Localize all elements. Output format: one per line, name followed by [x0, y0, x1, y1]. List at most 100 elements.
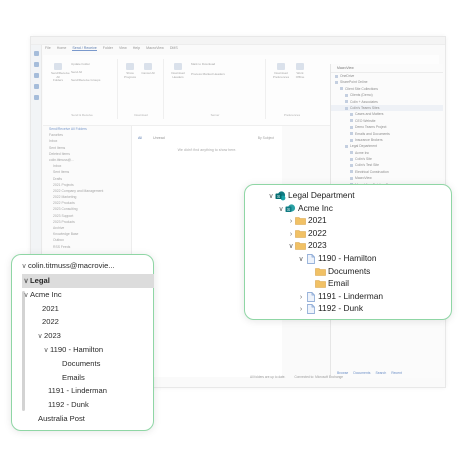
process-marked-headers-button[interactable]: Process Marked Headers [191, 72, 239, 77]
update-folder-button[interactable]: Update Folder [71, 62, 99, 67]
send-receive-groups-button[interactable]: Send/Receive Groups [71, 78, 111, 83]
chevron-down-icon[interactable]: ∨ [36, 330, 44, 343]
folder-label: 2022 [42, 317, 59, 327]
folder-icon [315, 267, 326, 276]
status-sync: All folders are up to date. [250, 375, 286, 379]
outlook-folder-1191-linderman[interactable]: 1191 - Linderman [48, 384, 107, 397]
mail-icon[interactable] [33, 51, 39, 56]
chevron-right-icon[interactable]: › [297, 304, 305, 316]
macroview-node-acme-inc[interactable]: ∨ S Acme Inc [277, 202, 333, 216]
people-icon[interactable] [33, 73, 39, 78]
chevron-down-icon[interactable]: ∨ [267, 191, 275, 203]
tab-send-receive[interactable]: Send / Receive [72, 46, 97, 51]
folder-label: 1190 - Hamilton [50, 345, 104, 354]
macroview-tree-callout: ∨ S Legal Department ∨ S Acme Inc › 2021 › 2022 ∨ 2… [244, 184, 452, 320]
folder-label: 2023 [44, 331, 61, 341]
chevron-down-icon[interactable]: ∨ [22, 275, 30, 288]
send-all-button[interactable]: Send All [71, 70, 99, 75]
node-label: Legal Department [288, 190, 355, 200]
macroview-node-2022[interactable]: › 2022 [287, 227, 327, 239]
macroview-node-1192-dunk[interactable]: › 1192 - Dunk [297, 302, 363, 316]
node-icon [345, 93, 348, 97]
chevron-down-icon[interactable]: ∨ [22, 289, 30, 302]
ribbon-group-download: Show Progress Cancel All Download [119, 59, 164, 119]
macroview-item-label: Emails and Documents [355, 131, 390, 136]
outlook-folder-australia-post[interactable]: Australia Post [38, 412, 85, 425]
macroview-item-label: MacroView [355, 176, 372, 181]
download-headers-button[interactable]: Download Headers [169, 63, 187, 79]
ribbon-group-preferences: Download Preferences Work Offline Prefer… [267, 59, 317, 119]
node-label: Acme Inc [298, 202, 333, 213]
node-icon [350, 119, 353, 123]
status-bar: All folders are up to date. Connected to… [250, 375, 440, 383]
macroview-node-1190-hamilton[interactable]: ∨ 1190 - Hamilton [297, 252, 377, 264]
ribbon-group-send-receive: Send/Receive All Folders Update Folder S… [47, 59, 118, 119]
status-connection: Connected to: Microsoft Exchange [294, 375, 344, 379]
node-icon [345, 106, 348, 110]
node-icon [350, 125, 353, 129]
node-icon [350, 176, 353, 180]
macroview-item-label: Clients (Demo) [350, 93, 373, 98]
folder-label: Australia Post [38, 414, 85, 423]
send-receive-all-button[interactable]: Send/Receive All Folders [51, 63, 70, 83]
macroview-item-label: CEO Website [355, 118, 376, 123]
ribbon-group-label: Send & Receive [71, 113, 93, 117]
outlook-folder-1190-hamilton[interactable]: ∨1190 - Hamilton [42, 343, 103, 356]
tab-macroview[interactable]: MacroView [146, 46, 164, 50]
svg-text:S: S [277, 194, 280, 199]
folder-label: 1191 - Linderman [48, 386, 107, 396]
tab-unread[interactable]: Unread [153, 136, 165, 140]
account-row[interactable]: ∨colin.titmuss@macrovie... [20, 259, 114, 272]
work-offline-button[interactable]: Work Offline [293, 63, 307, 79]
tab-folder[interactable]: Folder [103, 46, 113, 50]
folder-label: Acme Inc [30, 289, 62, 299]
outlook-folder-2023[interactable]: ∨2023 [36, 329, 61, 343]
tab-view[interactable]: View [119, 46, 127, 50]
macroview-node-documents[interactable]: Documents [307, 265, 370, 277]
tree-scroll-indicator[interactable] [22, 291, 25, 411]
node-label: 2023 [308, 240, 327, 251]
chevron-down-icon[interactable]: ∨ [277, 204, 285, 216]
macroview-node-email[interactable]: Email [307, 277, 349, 289]
download-preferences-button[interactable]: Download Preferences [271, 63, 291, 79]
folder-item[interactable]: RSS Feeds [43, 244, 131, 250]
calendar-icon[interactable] [33, 62, 39, 67]
tab-file[interactable]: File [45, 46, 51, 50]
show-progress-button[interactable]: Show Progress [123, 63, 137, 79]
outlook-folder-2021[interactable]: 2021 [42, 302, 59, 315]
chevron-down-icon[interactable]: ∨ [42, 344, 50, 357]
outlook-folder-tree-callout: ∨colin.titmuss@macrovie... ∨Legal ∨Acme I… [11, 254, 154, 431]
outlook-folder-2022[interactable]: 2022 [42, 315, 59, 328]
tab-help[interactable]: Help [133, 46, 140, 50]
ribbon-group-label: Server [210, 113, 220, 117]
tab-all[interactable]: All [138, 136, 142, 140]
outlook-folder-emails[interactable]: Emails [62, 371, 85, 384]
cancel-all-button[interactable]: Cancel All [141, 63, 155, 76]
tab-home[interactable]: Home [57, 46, 67, 50]
macroview-node-1191-linderman[interactable]: › 1191 - Linderman [297, 290, 383, 302]
outlook-folder-acme-inc[interactable]: ∨Acme Inc [22, 288, 62, 302]
sort-by-button[interactable]: By Subject [258, 136, 274, 140]
ribbon-tabs: File Home Send / Receive Folder View Help Macr… [45, 46, 439, 54]
outlook-folder-documents[interactable]: Documents [62, 357, 100, 370]
outlook-folder-legal[interactable]: ∨Legal [22, 274, 49, 288]
chevron-down-icon: ∨ [21, 263, 27, 270]
node-label: Documents [328, 265, 371, 276]
folder-icon [295, 229, 306, 238]
document-set-icon [305, 291, 315, 302]
macroview-item-label: Legal Department [350, 144, 377, 149]
chevron-down-icon[interactable]: ∨ [287, 241, 295, 253]
tab-dms[interactable]: DMS [170, 46, 178, 50]
macroview-node-2021[interactable]: › 2021 [287, 214, 327, 226]
tasks-icon[interactable] [33, 84, 39, 89]
macroview-icon[interactable] [33, 95, 39, 100]
macroview-item-label: SharePoint Online [340, 80, 368, 85]
node-icon [350, 151, 353, 155]
outlook-folder-1192-dunk[interactable]: 1192 - Dunk [48, 398, 89, 411]
chevron-down-icon[interactable]: ∨ [297, 254, 305, 266]
mark-to-download-button[interactable]: Mark to Download [191, 62, 221, 67]
node-icon [350, 138, 353, 142]
empty-message: We didn't find anything to show here. [177, 148, 237, 152]
macroview-node-2023[interactable]: ∨ 2023 [287, 239, 327, 253]
macroview-node-legal-department[interactable]: ∨ S Legal Department [267, 189, 355, 201]
